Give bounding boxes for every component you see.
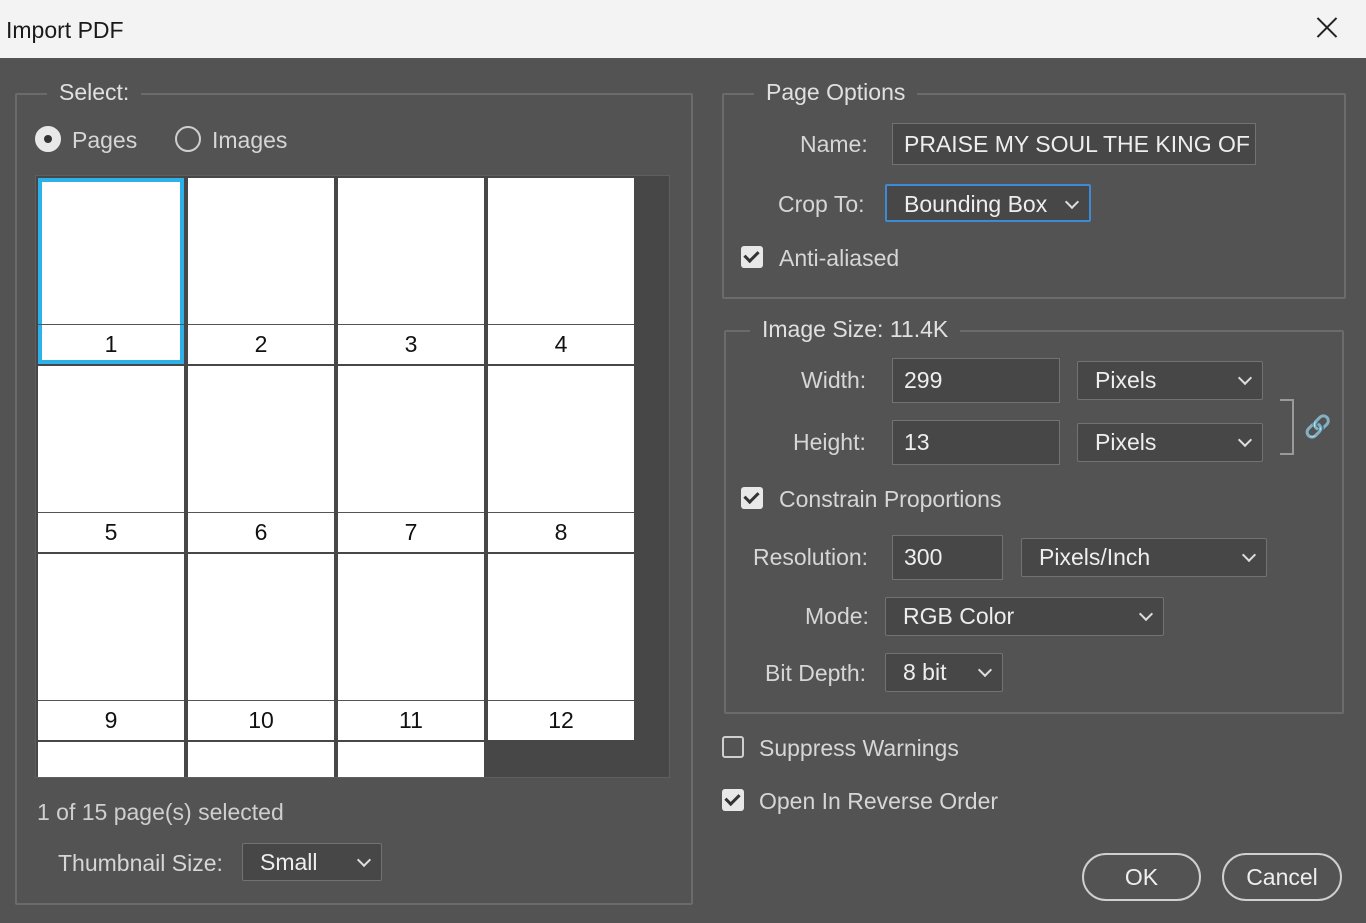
page-thumbnail[interactable]: 12	[488, 554, 634, 740]
constrain-proportions-checkbox[interactable]	[741, 487, 763, 509]
chevron-down-icon	[1237, 370, 1253, 386]
page-thumbnail-grid[interactable]: 12 11 10 9 8 7 6 5 4 3 2 1	[35, 175, 670, 778]
height-unit-value: Pixels	[1095, 429, 1157, 455]
height-field[interactable]: 13	[892, 420, 1060, 465]
page-thumbnail[interactable]: 10	[188, 554, 334, 740]
resolution-unit-value: Pixels/Inch	[1039, 544, 1151, 570]
page-number: 6	[188, 512, 334, 552]
page-number: 11	[338, 700, 484, 740]
crop-to-value: Bounding Box	[904, 191, 1048, 217]
images-radio[interactable]	[175, 126, 201, 152]
chevron-down-icon	[1241, 547, 1257, 563]
chevron-down-icon	[1237, 432, 1253, 448]
page-thumbnail[interactable]: 9	[38, 554, 184, 740]
images-radio-label[interactable]: Images	[212, 127, 287, 154]
width-unit-value: Pixels	[1095, 367, 1157, 393]
link-bracket	[1280, 399, 1294, 455]
bit-depth-value: 8 bit	[903, 659, 947, 685]
page-number: 2	[188, 324, 334, 364]
page-number: 3	[338, 324, 484, 364]
chevron-down-icon	[1138, 606, 1154, 622]
close-icon[interactable]	[1312, 12, 1342, 42]
image-size-legend: Image Size: 11.4K	[750, 316, 961, 343]
page-thumbnail[interactable]: 3	[338, 178, 484, 364]
page-thumbnail[interactable]: 5	[38, 366, 184, 552]
reverse-order-label[interactable]: Open In Reverse Order	[759, 788, 998, 815]
page-number: 9	[38, 700, 184, 740]
page-thumbnail[interactable]: 1	[38, 178, 184, 364]
crop-to-select[interactable]: Bounding Box	[885, 184, 1091, 222]
page-number: 10	[188, 700, 334, 740]
page-thumbnail[interactable]: 11	[338, 554, 484, 740]
page-number: 5	[38, 512, 184, 552]
resolution-field[interactable]: 300	[892, 535, 1003, 580]
bit-depth-label: Bit Depth:	[765, 660, 866, 686]
page-number: 12	[488, 700, 634, 740]
link-icon[interactable]: 🔗	[1304, 414, 1331, 440]
width-label: Width:	[801, 367, 867, 393]
anti-aliased-label[interactable]: Anti-aliased	[779, 245, 899, 272]
page-thumbnail[interactable]: 6	[188, 366, 334, 552]
bit-depth-select[interactable]: 8 bit	[885, 653, 1003, 692]
width-field[interactable]: 299	[892, 358, 1060, 403]
suppress-warnings-checkbox[interactable]	[722, 736, 744, 758]
select-legend: Select:	[47, 79, 142, 106]
mode-value: RGB Color	[903, 603, 1015, 629]
page-thumbnail[interactable]: 7	[338, 366, 484, 552]
resolution-label: Resolution:	[753, 544, 869, 570]
chevron-down-icon	[977, 662, 993, 678]
suppress-warnings-label[interactable]: Suppress Warnings	[759, 735, 959, 762]
pages-radio-label[interactable]: Pages	[72, 127, 137, 154]
mode-label: Mode:	[805, 603, 869, 629]
thumbnail-size-label: Thumbnail Size:	[58, 850, 223, 876]
thumbnail-size-value: Small	[260, 849, 318, 875]
page-thumbnail[interactable]: 8	[488, 366, 634, 552]
page-thumbnail[interactable]: 4	[488, 178, 634, 364]
page-number: 1	[38, 324, 184, 364]
mode-select[interactable]: RGB Color	[885, 597, 1164, 636]
page-number: 8	[488, 512, 634, 552]
selection-status: 1 of 15 page(s) selected	[37, 799, 284, 825]
page-number: 7	[338, 512, 484, 552]
page-number: 4	[488, 324, 634, 364]
page-thumbnail[interactable]	[188, 742, 334, 777]
pages-radio[interactable]	[35, 126, 61, 152]
chevron-down-icon	[356, 852, 372, 868]
anti-aliased-checkbox[interactable]	[741, 246, 763, 268]
crop-to-label: Crop To:	[778, 191, 865, 217]
resolution-unit-select[interactable]: Pixels/Inch	[1021, 538, 1267, 577]
height-label: Height:	[793, 429, 866, 455]
height-unit-select[interactable]: Pixels	[1077, 423, 1263, 462]
window-title: Import PDF	[6, 17, 124, 43]
thumbnail-size-select[interactable]: Small	[242, 843, 382, 881]
constrain-proportions-label[interactable]: Constrain Proportions	[779, 486, 1001, 513]
page-options-legend: Page Options	[754, 79, 918, 106]
name-field[interactable]: PRAISE MY SOUL THE KING OF	[892, 123, 1256, 165]
page-thumbnail[interactable]	[38, 742, 184, 777]
cancel-button[interactable]: Cancel	[1222, 853, 1342, 901]
reverse-order-checkbox[interactable]	[722, 789, 744, 811]
page-thumbnail[interactable]: 2	[188, 178, 334, 364]
page-thumbnail[interactable]	[338, 742, 484, 777]
chevron-down-icon	[1064, 194, 1080, 210]
title-bar: Import PDF	[0, 0, 1366, 58]
name-label: Name:	[800, 131, 868, 157]
ok-button[interactable]: OK	[1082, 853, 1201, 901]
width-unit-select[interactable]: Pixels	[1077, 361, 1263, 400]
